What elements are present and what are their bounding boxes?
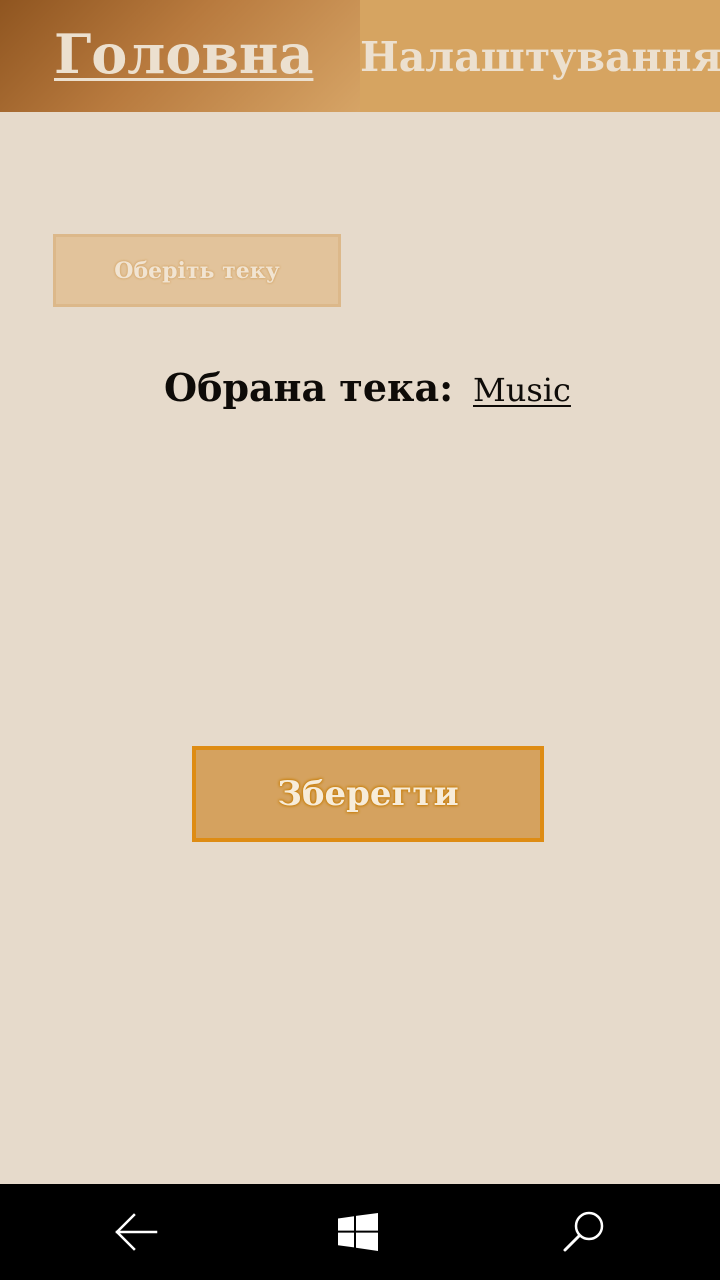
choose-folder-button[interactable]: Оберіть теку xyxy=(53,234,341,307)
search-icon xyxy=(563,1211,604,1252)
system-navigation-bar xyxy=(0,1184,720,1280)
tab-home-label: Головна xyxy=(54,22,314,86)
save-button-label: Зберегти xyxy=(277,774,459,814)
windows-icon xyxy=(338,1213,378,1251)
selected-folder-value[interactable]: Music xyxy=(473,366,571,414)
start-button[interactable] xyxy=(298,1184,418,1280)
selected-folder-label: Обрана тека: xyxy=(164,365,454,410)
selected-folder-row: Обрана тека: Music xyxy=(0,360,720,420)
back-arrow-icon xyxy=(115,1213,158,1251)
search-button[interactable] xyxy=(524,1184,644,1280)
back-button[interactable] xyxy=(76,1184,196,1280)
tab-home[interactable]: Головна xyxy=(0,0,360,112)
tab-bar: Головна Налаштування xyxy=(0,0,720,112)
save-button[interactable]: Зберегти xyxy=(192,746,544,842)
tab-settings[interactable]: Налаштування xyxy=(360,0,720,112)
choose-folder-label: Оберіть теку xyxy=(114,257,280,284)
tab-settings-label: Налаштування xyxy=(360,33,720,81)
